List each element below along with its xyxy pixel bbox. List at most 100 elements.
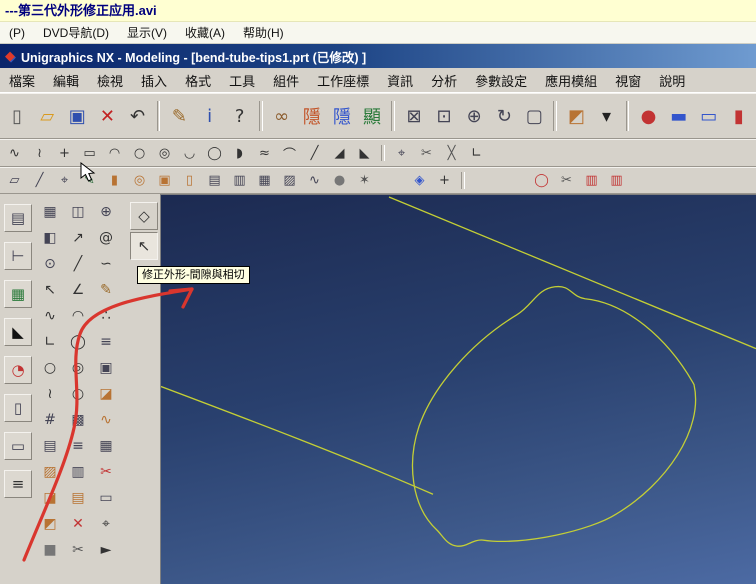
delete-small-icon[interactable]: ✕ <box>66 512 90 536</box>
dropdown-arrow-icon[interactable]: ▾ <box>592 101 620 131</box>
rectangle-icon[interactable]: ▭ <box>78 142 101 164</box>
oval-icon[interactable]: ○ <box>66 382 90 406</box>
ring-icon[interactable]: ◯ <box>530 170 553 192</box>
offset-curve-icon[interactable]: ≈ <box>253 142 276 164</box>
sphere-icon[interactable]: ● <box>328 170 351 192</box>
window-cascade-icon[interactable]: ▭ <box>695 101 723 131</box>
corner-icon[interactable]: ∟ <box>465 142 488 164</box>
ruled-surface-icon[interactable]: ▨ <box>278 170 301 192</box>
arc-tool-icon[interactable]: ◠ <box>66 304 90 328</box>
pages-icon[interactable]: ▥ <box>66 460 90 484</box>
flag-icon[interactable]: ► <box>94 538 118 562</box>
save-icon[interactable]: ▣ <box>63 101 91 131</box>
undo-icon[interactable]: ↶ <box>123 101 151 131</box>
pencil-icon[interactable]: ✎ <box>94 278 118 302</box>
spline-icon[interactable]: ≀ <box>28 142 51 164</box>
fit-view-icon[interactable]: ⊠ <box>400 101 428 131</box>
nx-menu-item[interactable]: 編輯 <box>44 71 88 90</box>
edit-curve-icon[interactable]: ⌖ <box>390 142 413 164</box>
trim-curve-icon[interactable]: ✂ <box>415 142 438 164</box>
sheet-grid-icon[interactable]: ▦ <box>253 170 276 192</box>
line-icon[interactable]: ╱ <box>303 142 326 164</box>
arc-end-icon[interactable]: ◡ <box>178 142 201 164</box>
trim-small-icon[interactable]: ✂ <box>94 460 118 484</box>
datum-csys-icon[interactable]: ⌖ <box>53 170 76 192</box>
sketch-icon[interactable]: ✎ <box>78 170 101 192</box>
new-file-icon[interactable]: ▯ <box>3 101 31 131</box>
circle-icon[interactable]: ○ <box>128 142 151 164</box>
zoom-in-icon[interactable]: ⊕ <box>460 101 488 131</box>
patch-icon[interactable]: ◪ <box>94 382 118 406</box>
info-icon[interactable]: i <box>196 101 224 131</box>
sheet-one-icon[interactable]: ▤ <box>203 170 226 192</box>
circle-tool-icon[interactable]: ○ <box>38 356 62 380</box>
player-menu-item[interactable]: DVD导航(D) <box>34 24 118 41</box>
delete-icon[interactable]: ✕ <box>93 101 121 131</box>
monitor-view-icon[interactable]: ▢ <box>520 101 548 131</box>
player-menu-item[interactable]: 帮助(H) <box>234 24 293 41</box>
solid-icon[interactable]: ■ <box>38 538 62 562</box>
navigator-icon[interactable]: ▤ <box>4 204 32 232</box>
divide-curve-icon[interactable]: ╳ <box>440 142 463 164</box>
corner-tool-icon[interactable]: ∟ <box>38 330 62 354</box>
nx-menu-item[interactable]: 視窗 <box>606 71 650 90</box>
hide-component-icon[interactable]: 隱 <box>298 101 326 131</box>
polyline-icon[interactable]: ∠ <box>66 278 90 302</box>
open-folder-icon[interactable]: ▱ <box>33 101 61 131</box>
trim-body-icon[interactable]: ✂ <box>555 170 578 192</box>
sweep-icon[interactable]: ∿ <box>94 408 118 432</box>
player-menu-item[interactable]: (P) <box>0 26 34 40</box>
shade-icon[interactable]: ◩ <box>38 512 62 536</box>
conic-icon[interactable]: ◗ <box>228 142 251 164</box>
spiral-icon[interactable]: @ <box>94 226 118 250</box>
extrude-icon[interactable]: ▮ <box>103 170 126 192</box>
cylinder-icon[interactable]: ▯ <box>178 170 201 192</box>
nx-menu-item[interactable]: 工具 <box>220 71 264 90</box>
window-tile-icon[interactable]: ▬ <box>665 101 693 131</box>
nx-menu-item[interactable]: 檢視 <box>88 71 132 90</box>
material-sphere-icon[interactable]: ● <box>634 101 662 131</box>
pen-icon[interactable]: ✎ <box>165 101 193 131</box>
red-plate-two-icon[interactable]: ▥ <box>605 170 628 192</box>
nx-menu-item[interactable]: 資訊 <box>378 71 422 90</box>
stack-icon[interactable]: ▤ <box>66 486 90 510</box>
binoculars-icon[interactable]: ∞ <box>268 101 296 131</box>
fillet-icon[interactable]: ◢ <box>328 142 351 164</box>
window-grid-icon[interactable]: ◈ <box>408 170 431 192</box>
swept-surface-icon[interactable]: ∿ <box>303 170 326 192</box>
nx-menu-item[interactable]: 說明 <box>650 71 694 90</box>
point-icon[interactable]: + <box>53 142 76 164</box>
arrow-ne-icon[interactable]: ↗ <box>66 226 90 250</box>
circle-two-icon[interactable]: ◎ <box>66 356 90 380</box>
circle-center-icon[interactable]: ◎ <box>153 142 176 164</box>
edge-red-icon[interactable]: ▮ <box>725 101 753 131</box>
zoom-tool-icon[interactable]: ⊕ <box>94 200 118 224</box>
graphics-viewport[interactable] <box>160 194 756 584</box>
boxes-icon[interactable]: ▣ <box>94 356 118 380</box>
zoom-box-icon[interactable]: ⊡ <box>430 101 458 131</box>
profile-icon[interactable]: ∿ <box>3 142 26 164</box>
red-plate-icon[interactable]: ▥ <box>580 170 603 192</box>
list-icon[interactable]: ≡ <box>66 434 90 458</box>
sheet-small-icon[interactable]: ▤ <box>38 434 62 458</box>
sheet-two-icon[interactable]: ▥ <box>228 170 251 192</box>
scissors-icon[interactable]: ✂ <box>66 538 90 562</box>
target-icon[interactable]: ⌖ <box>94 512 118 536</box>
nx-menu-item[interactable]: 檔案 <box>0 71 44 90</box>
nx-menu-item[interactable]: 插入 <box>132 71 176 90</box>
nx-menu-item[interactable]: 應用模組 <box>536 71 606 90</box>
line-tool-icon[interactable]: ╱ <box>66 252 90 276</box>
shaded-view-icon[interactable]: ◩ <box>562 101 590 131</box>
freehand-icon[interactable]: ∽ <box>94 252 118 276</box>
hide-others-icon[interactable]: 隱 <box>328 101 356 131</box>
nx-menu-item[interactable]: 組件 <box>264 71 308 90</box>
nx-menu-item[interactable]: 分析 <box>422 71 466 90</box>
datum-axis-icon[interactable]: ╱ <box>28 170 51 192</box>
clock-icon[interactable]: ◔ <box>4 356 32 384</box>
list-pane-icon[interactable]: ≡ <box>4 470 32 498</box>
arc-icon[interactable]: ◠ <box>103 142 126 164</box>
face-icon[interactable]: ◪ <box>38 486 62 510</box>
nx-menu-item[interactable]: 格式 <box>176 71 220 90</box>
nx-menu-item[interactable]: 參數設定 <box>466 71 536 90</box>
snip-tool-icon[interactable]: ◇ <box>130 202 158 230</box>
